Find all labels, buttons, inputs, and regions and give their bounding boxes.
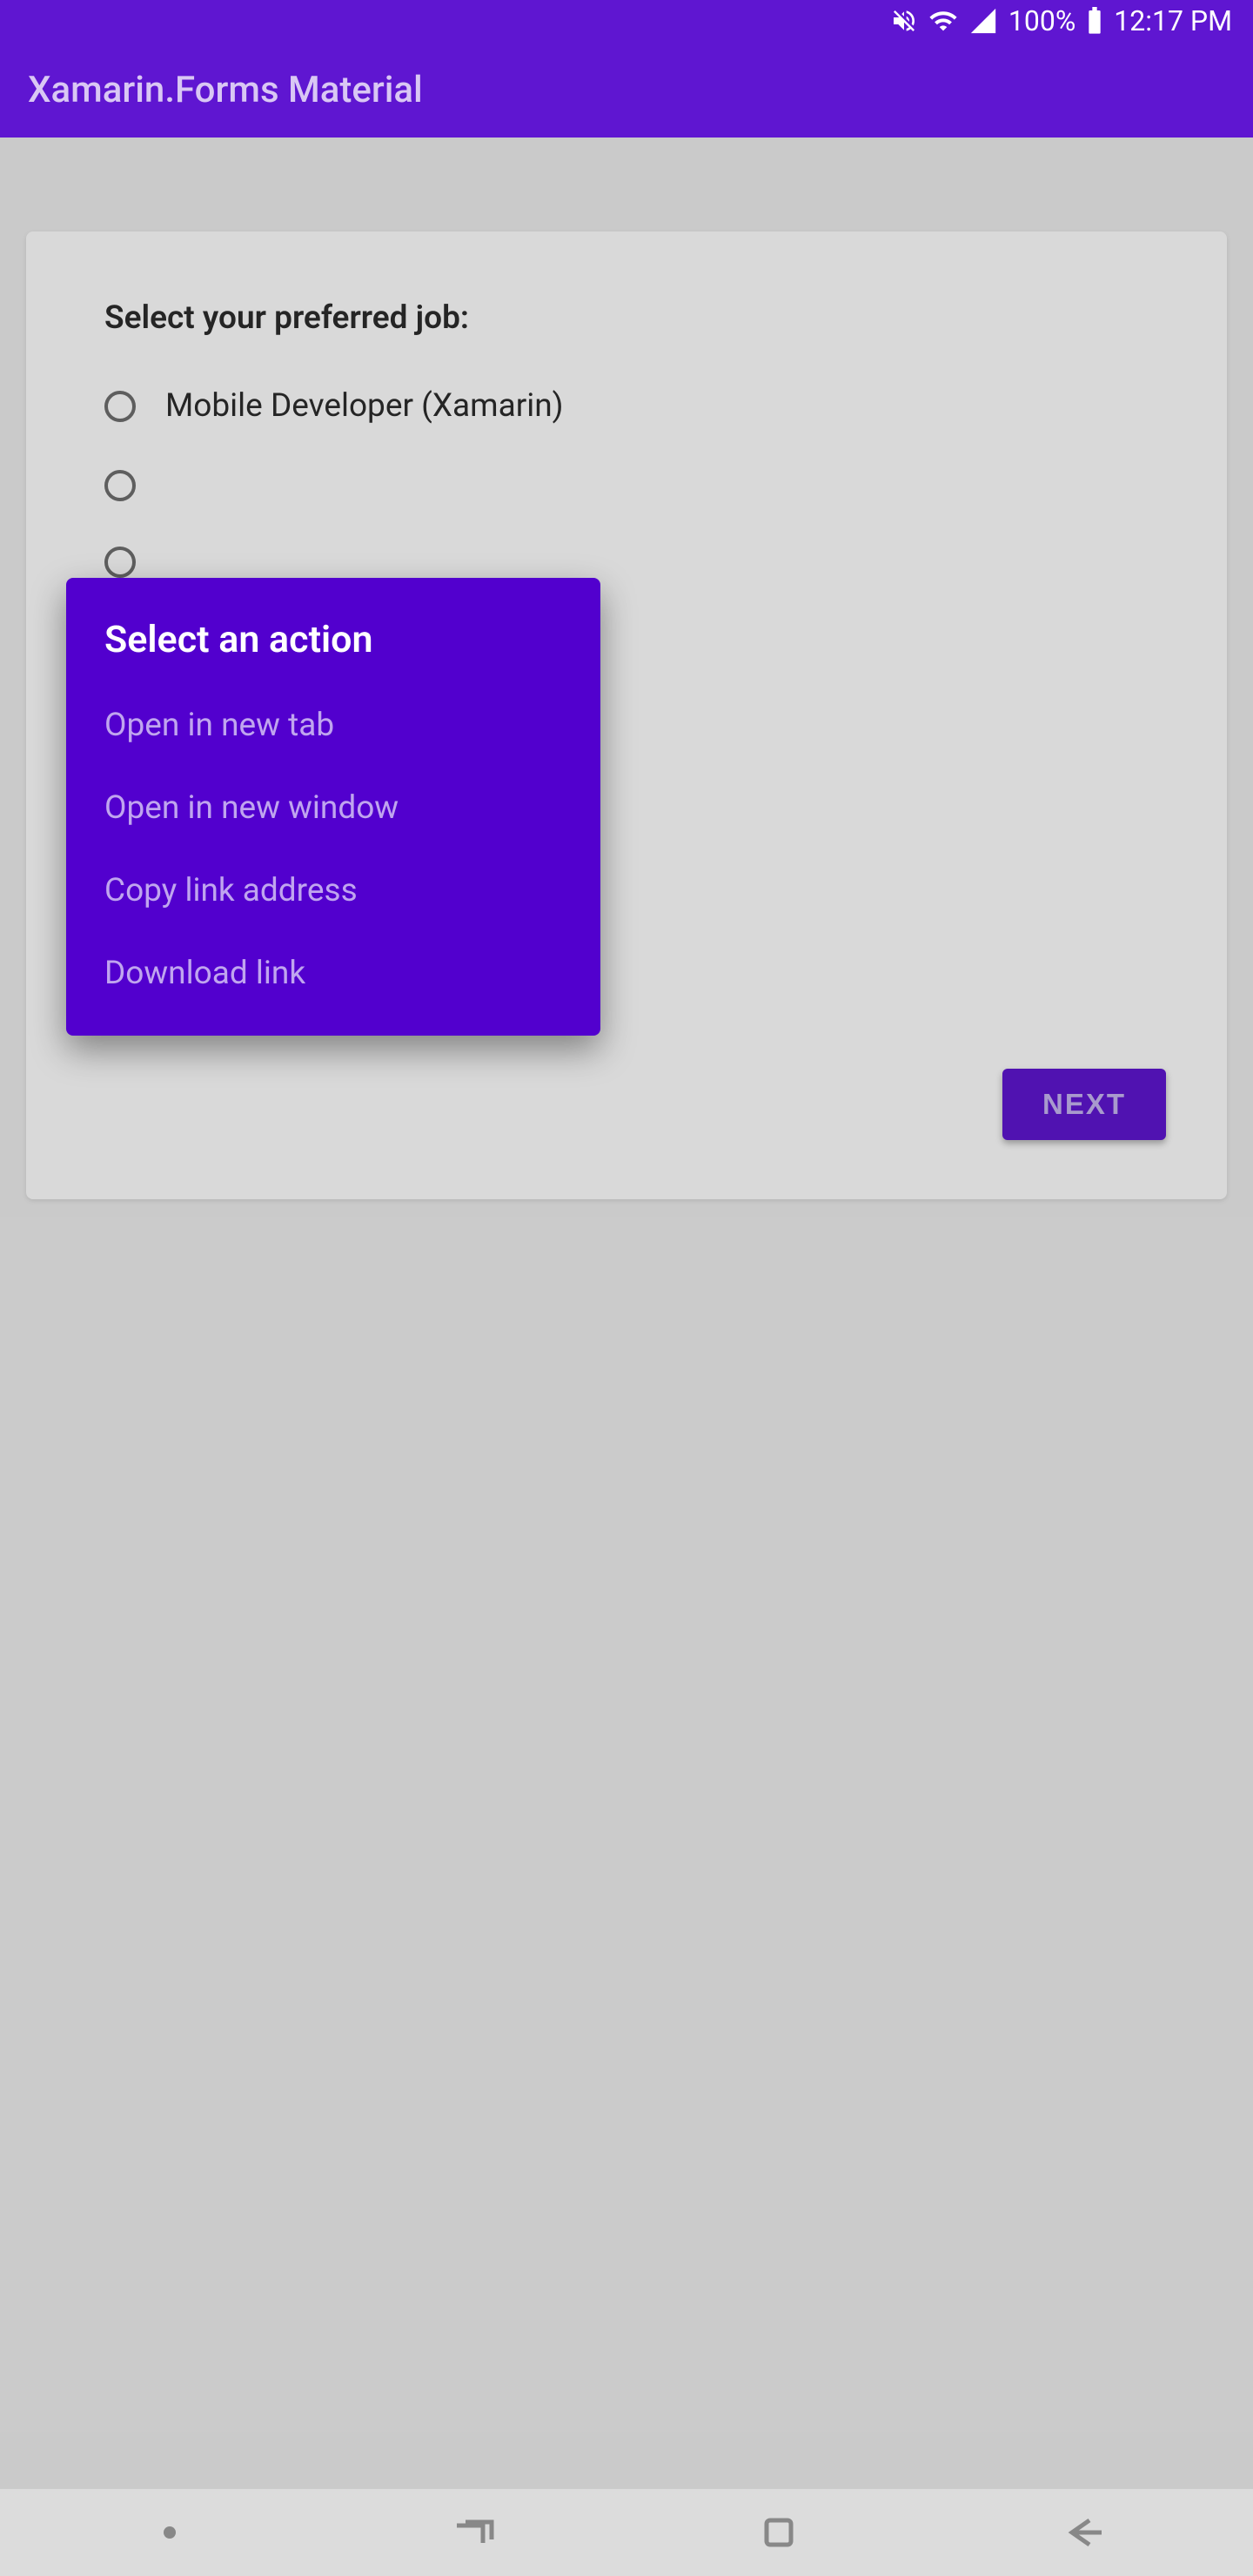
dialog-item-download-link[interactable]: Download link — [104, 955, 562, 992]
dialog-item-open-new-tab[interactable]: Open in new tab — [104, 707, 562, 744]
nav-home[interactable] — [735, 2506, 822, 2559]
nav-recent-apps[interactable] — [431, 2506, 518, 2559]
dialog-scrim[interactable] — [0, 138, 1253, 2489]
status-bar: 100% 12:17 PM — [0, 0, 1253, 42]
dialog-item-copy-link[interactable]: Copy link address — [104, 872, 562, 909]
app-bar: Xamarin.Forms Material — [0, 42, 1253, 138]
dialog-item-open-new-window[interactable]: Open in new window — [104, 789, 562, 827]
page-body: Select your preferred job: Mobile Develo… — [0, 138, 1253, 2489]
battery-icon — [1086, 7, 1103, 35]
action-dialog: Select an action Open in new tab Open in… — [66, 578, 600, 1036]
mute-icon — [890, 7, 918, 35]
clock-text: 12:17 PM — [1114, 4, 1232, 37]
nav-back[interactable] — [1040, 2506, 1127, 2559]
dialog-title: Select an action — [104, 618, 562, 661]
app-title: Xamarin.Forms Material — [28, 69, 423, 111]
wifi-icon — [928, 6, 958, 36]
signal-icon — [968, 6, 998, 36]
battery-percent-text: 100% — [1008, 4, 1075, 37]
android-nav-bar — [0, 2489, 1253, 2576]
nav-menu-dot[interactable] — [126, 2506, 213, 2559]
